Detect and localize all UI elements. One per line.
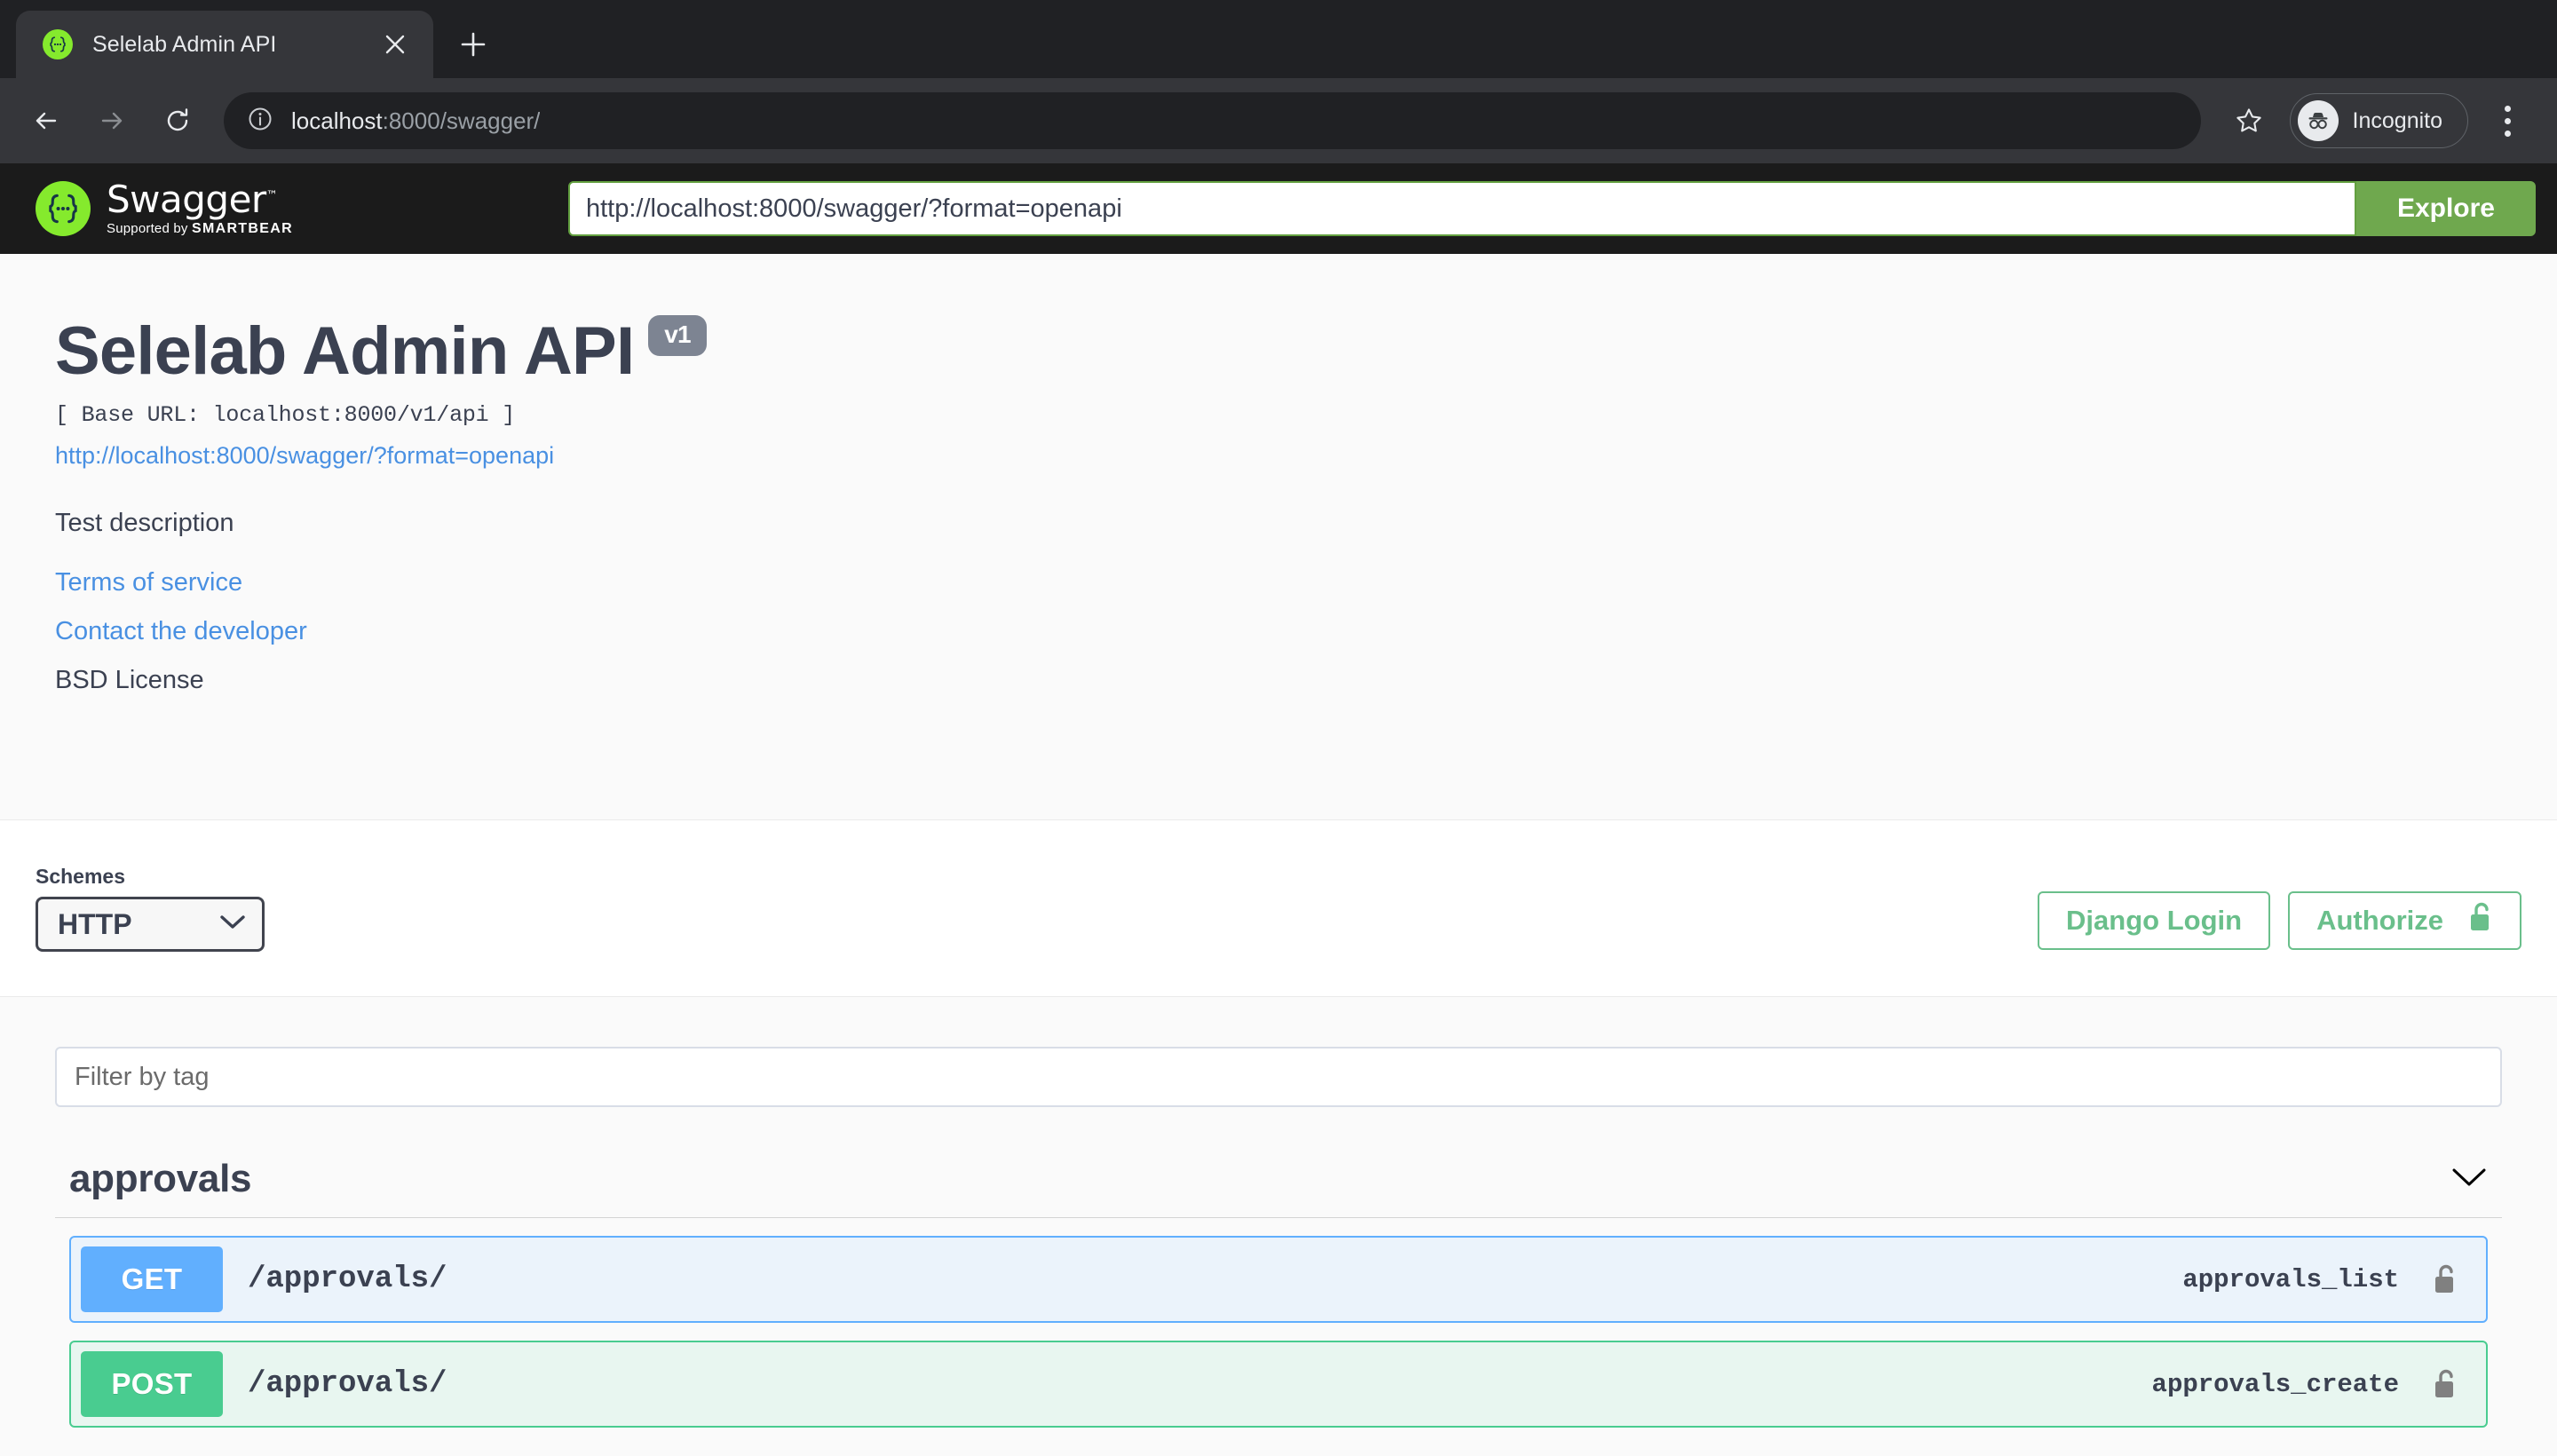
address-bar-url: localhost:8000/swagger/ bbox=[291, 107, 540, 135]
profile-label: Incognito bbox=[2353, 108, 2442, 134]
authorize-label: Authorize bbox=[2316, 905, 2443, 937]
license-text: BSD License bbox=[55, 666, 2502, 695]
swagger-wordmark: Swagger™ Supported by SMARTBEAR bbox=[107, 181, 293, 236]
operation-path: /approvals/ bbox=[248, 1262, 2182, 1296]
swagger-favicon-icon bbox=[43, 29, 73, 59]
scheme-select-value: HTTP bbox=[58, 908, 132, 941]
unlocked-padlock-icon bbox=[2466, 901, 2493, 940]
swagger-word: Swagger™ bbox=[107, 181, 293, 218]
operation-id: approvals_list bbox=[2182, 1265, 2399, 1294]
spec-url-input[interactable] bbox=[568, 181, 2356, 236]
supported-prefix: Supported by bbox=[107, 221, 192, 236]
swagger-logo[interactable]: Swagger™ Supported by SMARTBEAR bbox=[36, 181, 568, 236]
operation-id: approvals_create bbox=[2152, 1370, 2399, 1399]
swagger-word-text: Swagger bbox=[107, 178, 266, 221]
schemes-label: Schemes bbox=[36, 865, 265, 889]
back-button-icon[interactable] bbox=[16, 91, 76, 151]
incognito-avatar-icon bbox=[2298, 100, 2339, 141]
terms-of-service-link[interactable]: Terms of service bbox=[55, 568, 2502, 597]
browser-menu-icon[interactable] bbox=[2481, 91, 2534, 151]
explore-bar: Explore bbox=[568, 163, 2536, 254]
kebab-dot bbox=[2505, 131, 2511, 137]
url-host: localhost bbox=[291, 107, 383, 134]
tag-header-approvals[interactable]: approvals bbox=[55, 1157, 2502, 1218]
kebab-dot bbox=[2505, 118, 2511, 124]
schemes-bar: Schemes HTTP Django Login Authorize bbox=[0, 819, 2557, 997]
django-login-label: Django Login bbox=[2066, 905, 2242, 937]
base-url: [ Base URL: localhost:8000/v1/api ] bbox=[55, 402, 2502, 428]
browser-toolbar: localhost:8000/swagger/ Incognito bbox=[0, 78, 2557, 163]
tab-title: Selelab Admin API bbox=[92, 32, 357, 58]
profile-incognito-pill[interactable]: Incognito bbox=[2290, 93, 2468, 148]
browser-tab[interactable]: Selelab Admin API bbox=[16, 11, 433, 78]
reload-button-icon[interactable] bbox=[147, 91, 208, 151]
chevron-down-icon bbox=[219, 914, 246, 935]
page-title: Selelab Admin API v1 bbox=[55, 313, 2502, 390]
address-bar[interactable]: localhost:8000/swagger/ bbox=[224, 92, 2201, 149]
url-path: :8000/swagger/ bbox=[383, 107, 541, 134]
operation-row-approvals-create[interactable]: POST /approvals/ approvals_create bbox=[69, 1341, 2488, 1428]
swagger-supported-by: Supported by SMARTBEAR bbox=[107, 222, 293, 236]
unlocked-padlock-icon[interactable] bbox=[2431, 1368, 2458, 1400]
site-info-icon[interactable] bbox=[247, 106, 273, 137]
api-info-block: Selelab Admin API v1 [ Base URL: localho… bbox=[0, 254, 2557, 819]
kebab-dot bbox=[2505, 106, 2511, 112]
new-tab-button[interactable] bbox=[446, 17, 501, 72]
operation-row-approvals-list[interactable]: GET /approvals/ approvals_list bbox=[69, 1236, 2488, 1323]
http-method-badge: POST bbox=[81, 1351, 223, 1417]
api-operations-area: approvals GET /approvals/ approvals_list bbox=[0, 997, 2557, 1428]
http-method-badge: GET bbox=[81, 1246, 223, 1312]
authorize-button[interactable]: Authorize bbox=[2288, 891, 2521, 950]
smartbear-brand: SMARTBEAR bbox=[192, 221, 293, 236]
scheme-select[interactable]: HTTP bbox=[36, 897, 265, 952]
info-links: Terms of service Contact the developer bbox=[55, 568, 2502, 646]
chevron-down-icon[interactable] bbox=[2450, 1166, 2488, 1193]
tag-name: approvals bbox=[69, 1157, 251, 1201]
schemes-control: Schemes HTTP bbox=[36, 865, 265, 952]
api-description: Test description bbox=[55, 509, 2502, 538]
operation-path: /approvals/ bbox=[248, 1367, 2152, 1401]
swagger-trademark: ™ bbox=[266, 189, 278, 202]
close-tab-icon[interactable] bbox=[376, 26, 414, 63]
api-title-text: Selelab Admin API bbox=[55, 313, 634, 390]
swagger-logo-icon bbox=[36, 181, 91, 236]
forward-button-icon[interactable] bbox=[82, 91, 142, 151]
auth-buttons: Django Login Authorize bbox=[2038, 891, 2521, 952]
spec-json-link[interactable]: http://localhost:8000/swagger/?format=op… bbox=[55, 442, 2502, 470]
bookmark-star-icon[interactable] bbox=[2219, 91, 2279, 151]
tag-section-approvals: approvals GET /approvals/ approvals_list bbox=[55, 1157, 2502, 1428]
tab-strip: Selelab Admin API bbox=[0, 0, 2557, 78]
swagger-topbar: Swagger™ Supported by SMARTBEAR Explore bbox=[0, 163, 2557, 254]
unlocked-padlock-icon[interactable] bbox=[2431, 1263, 2458, 1295]
contact-developer-link[interactable]: Contact the developer bbox=[55, 617, 2502, 646]
filter-by-tag-input[interactable] bbox=[55, 1047, 2502, 1107]
explore-button[interactable]: Explore bbox=[2356, 181, 2536, 236]
django-login-button[interactable]: Django Login bbox=[2038, 891, 2270, 950]
version-badge: v1 bbox=[648, 315, 707, 356]
browser-chrome: Selelab Admin API bbox=[0, 0, 2557, 163]
